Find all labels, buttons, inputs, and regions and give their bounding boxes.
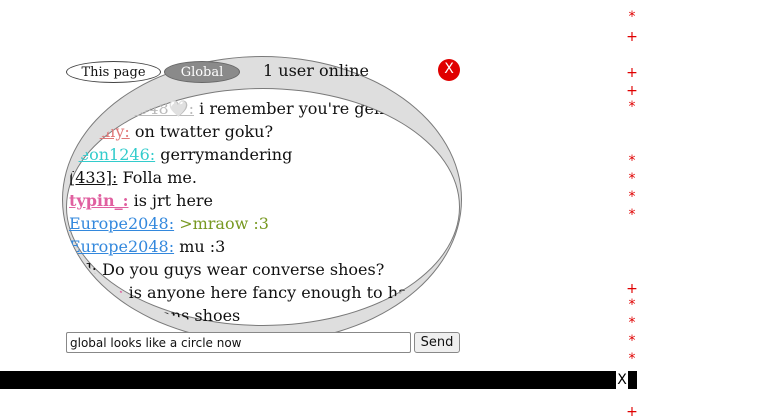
message-text: on twatter goku? — [134, 122, 274, 141]
message-text: >mraow :3 — [179, 214, 269, 233]
chat-message: [433]: me vans shoes — [69, 304, 240, 327]
chat-message: Europe2048: >mraow :3 — [69, 212, 269, 235]
message-text: me vans shoes — [122, 306, 241, 325]
bottom-bar-close-button[interactable]: X — [616, 371, 628, 389]
asterisk-marker: * — [628, 189, 636, 205]
asterisk-marker: * — [628, 99, 636, 115]
plus-marker: + — [626, 281, 638, 297]
message-username[interactable]: typin_: — [69, 283, 124, 302]
chat-message: Leon1246: gerrymandering — [69, 143, 292, 166]
chat-input[interactable] — [66, 332, 411, 353]
plus-marker: + — [626, 83, 638, 99]
message-list: Europe2048🤍: i remember you're gen Harmy… — [63, 88, 459, 328]
asterisk-marker: * — [628, 297, 636, 313]
message-username[interactable]: Harmy: — [69, 122, 130, 141]
chat-message: [433]: Folla me. — [69, 166, 197, 189]
asterisk-marker: * — [628, 207, 636, 223]
plus-marker: + — [626, 404, 638, 420]
close-chat-button[interactable]: X — [438, 59, 460, 81]
tab-global[interactable]: Global — [164, 61, 240, 83]
side-markers: * + + + * * * * * + * * * * + — [622, 0, 642, 420]
chat-message: typin_: is anyone here fancy enough to h… — [69, 281, 426, 304]
message-username[interactable]: Europe2048🤍: — [69, 99, 194, 118]
asterisk-marker: * — [628, 9, 636, 25]
message-username[interactable]: Europe2048: — [69, 237, 174, 256]
chat-message: [4]: Do you guys wear converse shoes? — [69, 258, 384, 281]
asterisk-marker: * — [628, 315, 636, 331]
chat-message: Harmy: on twatter goku? — [69, 120, 273, 143]
chat-message: Europe2048🤍: i remember you're gen — [69, 97, 384, 120]
message-username[interactable]: [4]: — [69, 260, 97, 279]
message-username[interactable]: [433]: — [69, 306, 117, 325]
plus-marker: + — [626, 29, 638, 45]
chat-message: typin_: is jrt here — [69, 189, 213, 212]
message-text: i remember you're gen — [199, 99, 385, 118]
online-count: 1 user online — [263, 61, 369, 80]
message-username[interactable]: Europe2048: — [69, 214, 174, 233]
plus-marker: + — [626, 65, 638, 81]
message-username[interactable]: [433]: — [69, 168, 117, 187]
asterisk-marker: * — [628, 333, 636, 349]
message-text: is anyone here fancy enough to have — [128, 283, 427, 302]
message-text: Do you guys wear converse shoes? — [102, 260, 385, 279]
message-text: is jrt here — [133, 191, 214, 210]
send-button[interactable]: Send — [414, 332, 460, 353]
bottom-bar — [0, 371, 637, 389]
message-text: gerrymandering — [160, 145, 293, 164]
asterisk-marker: * — [628, 153, 636, 169]
asterisk-marker: * — [628, 171, 636, 187]
tab-this-page[interactable]: This page — [66, 61, 161, 83]
message-username[interactable]: typin_: — [69, 191, 129, 210]
message-username[interactable]: Leon1246: — [69, 145, 155, 164]
message-text: mu :3 — [179, 237, 226, 256]
message-text: Folla me. — [122, 168, 197, 187]
chat-message: Europe2048: mu :3 — [69, 235, 225, 258]
asterisk-marker: * — [628, 351, 636, 367]
